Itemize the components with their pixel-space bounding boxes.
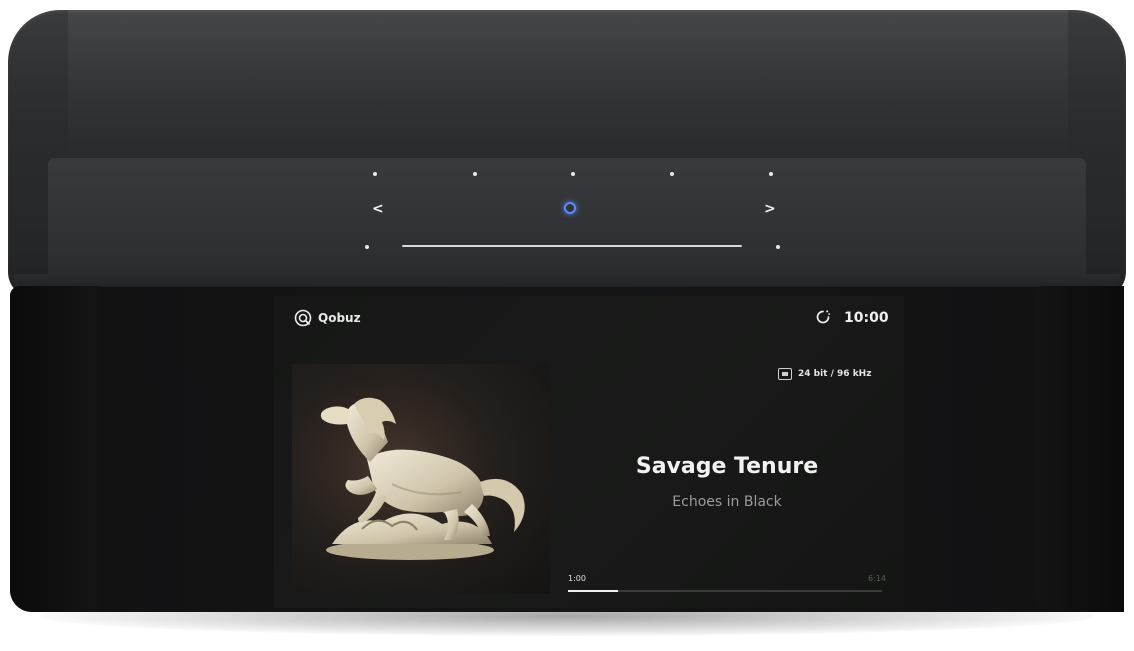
- volume-max-dot[interactable]: [776, 245, 780, 249]
- hi-res-icon: [778, 368, 792, 380]
- touch-control-area: [48, 158, 1086, 286]
- album-art: [292, 364, 550, 594]
- chevron-right-icon[interactable]: >: [764, 202, 776, 216]
- product-photo: < > Qobuz 10:00 24 bit / 96 kHz Savage T…: [0, 0, 1134, 651]
- preset-dot-4[interactable]: [670, 172, 674, 176]
- now-playing-screen: Qobuz 10:00 24 bit / 96 kHz Savage Tenur…: [274, 296, 904, 608]
- volume-min-dot[interactable]: [365, 245, 369, 249]
- chevron-left-icon[interactable]: <: [372, 202, 384, 216]
- sleep-timer-icon[interactable]: [814, 308, 832, 326]
- lid-reflection: [68, 10, 1068, 160]
- screen-header: Qobuz 10:00: [274, 296, 904, 342]
- track-title: Savage Tenure: [635, 454, 819, 479]
- preset-dot-2[interactable]: [473, 172, 477, 176]
- qobuz-logo-icon: [294, 309, 312, 327]
- volume-slider[interactable]: [402, 245, 742, 247]
- front-right-bezel: [1034, 286, 1124, 612]
- ring-icon[interactable]: [564, 202, 576, 214]
- preset-dot-3[interactable]: [571, 172, 575, 176]
- progress-bar[interactable]: [568, 590, 882, 592]
- album-cover-horse-sculpture: [292, 364, 550, 594]
- elapsed-time: 1:00: [568, 574, 586, 583]
- service-name: Qobuz: [318, 311, 361, 325]
- total-duration: 6:14: [868, 574, 886, 583]
- preset-dot-5[interactable]: [769, 172, 773, 176]
- front-left-bezel: [10, 286, 100, 612]
- clock: 10:00: [844, 310, 889, 326]
- progress-fill: [568, 590, 619, 592]
- audio-quality-text: 24 bit / 96 kHz: [798, 369, 872, 379]
- device-top-panel: [8, 10, 1126, 298]
- audio-quality: 24 bit / 96 kHz: [778, 366, 871, 382]
- track-artist: Echoes in Black: [672, 494, 782, 510]
- preset-dot-1[interactable]: [373, 172, 377, 176]
